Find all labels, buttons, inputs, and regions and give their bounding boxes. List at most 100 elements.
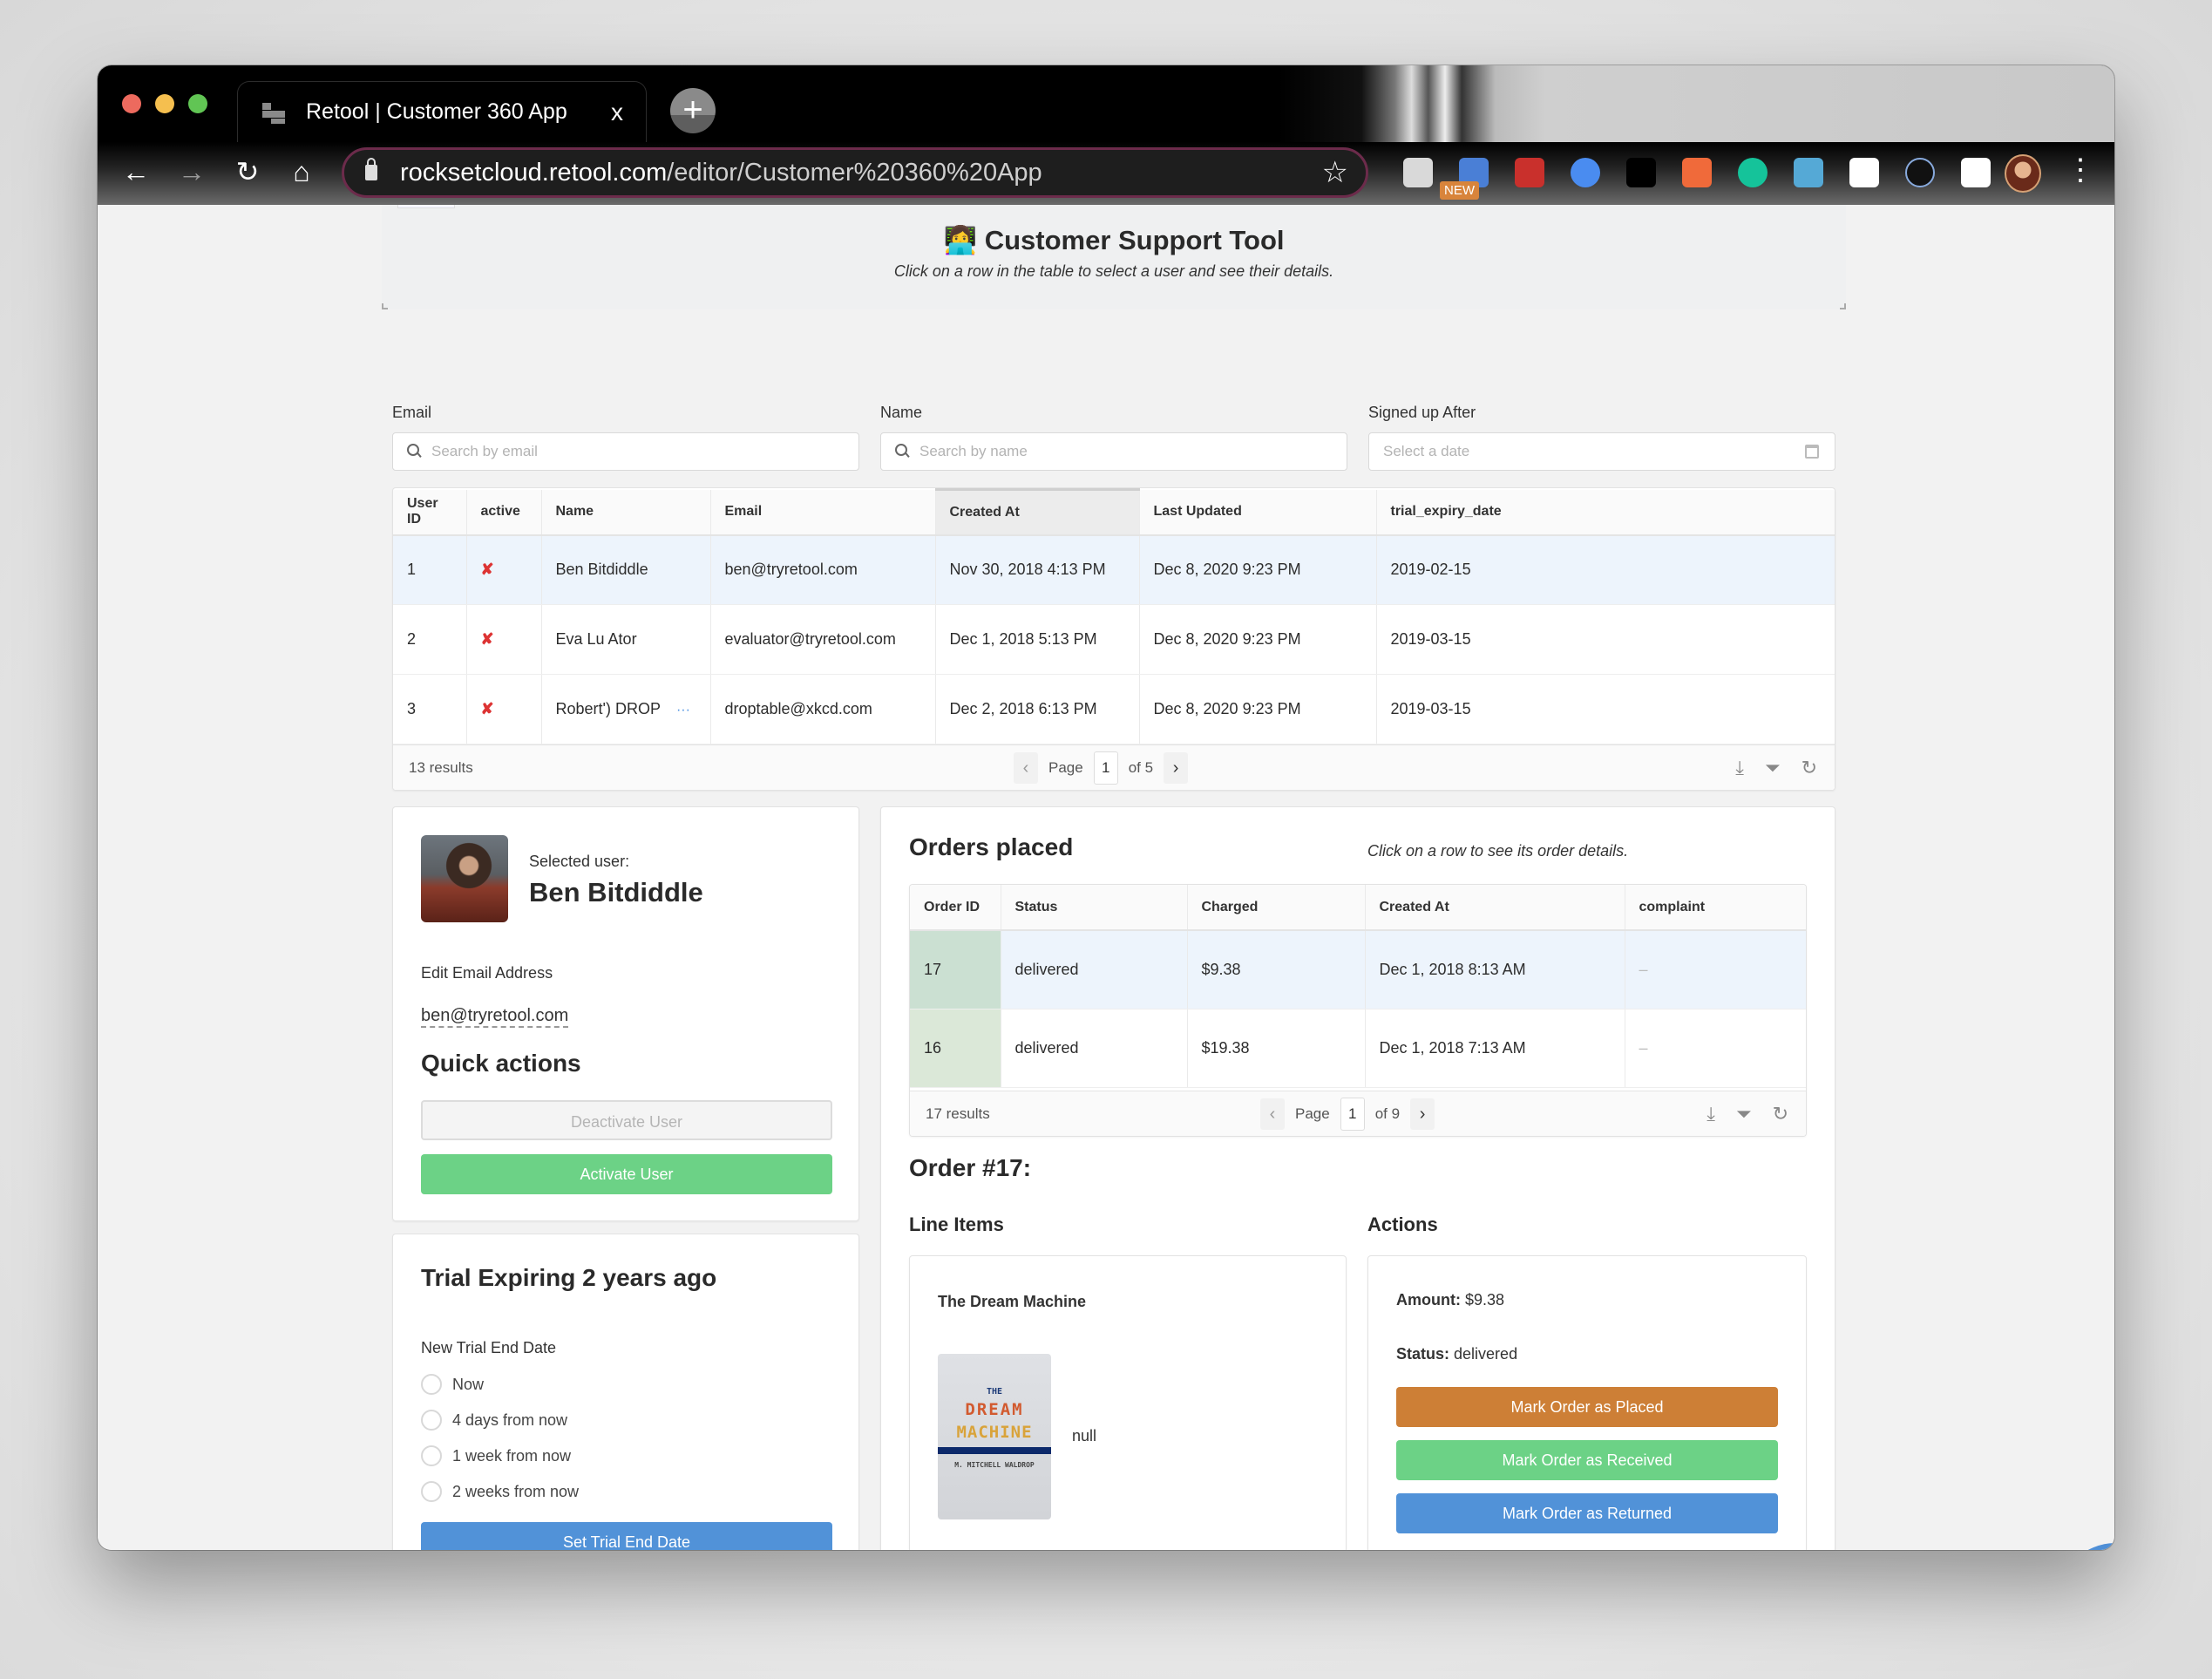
deactivate-user-button[interactable]: Deactivate User <box>421 1100 832 1140</box>
column-header-status[interactable]: Status <box>1001 885 1188 931</box>
filter-icon[interactable]: ⏷ <box>1765 757 1781 779</box>
radio-circle[interactable] <box>421 1481 442 1502</box>
resize-corner-icon[interactable] <box>1840 303 1846 309</box>
back-arrow-icon[interactable]: ← <box>119 154 153 189</box>
line-item-name: The Dream Machine <box>938 1293 1087 1310</box>
mark-order-placed-button[interactable]: Mark Order as Placed <box>1396 1387 1778 1427</box>
cell-charged: $9.38 <box>1187 930 1366 1009</box>
column-header-email[interactable]: Email <box>710 489 936 536</box>
browser-tab[interactable]: Retool | Customer 360 App x <box>237 81 647 142</box>
grammarly-extension-icon[interactable] <box>1738 158 1768 187</box>
radio-option-2-weeks[interactable]: 2 weeks from now <box>421 1481 579 1502</box>
forward-arrow-icon[interactable]: → <box>174 154 209 189</box>
browser-menu-icon[interactable]: ⋮ <box>2066 153 2095 187</box>
table-row[interactable]: 17 delivered $9.38 Dec 1, 2018 8:13 AM – <box>910 930 1806 1009</box>
page-label: Page <box>1048 758 1083 776</box>
column-header-complaint[interactable]: complaint <box>1625 885 1806 931</box>
activate-user-button[interactable]: Activate User <box>421 1154 832 1194</box>
orders-placed-heading: Orders placed <box>909 833 1074 860</box>
column-header-charged[interactable]: Charged <box>1187 885 1366 931</box>
close-window-button[interactable] <box>122 94 141 113</box>
email-search-input[interactable]: Search by email <box>392 432 859 471</box>
cell-user-id: 3 <box>393 674 467 744</box>
column-header-name[interactable]: Name <box>541 489 711 536</box>
cell-trial-expiry: 2019-03-15 <box>1376 604 1835 675</box>
home-icon[interactable]: ⌂ <box>284 154 319 189</box>
cloud-extension-icon[interactable] <box>1794 158 1823 187</box>
chat-support-button[interactable] <box>2059 1543 2114 1550</box>
radio-circle[interactable] <box>421 1374 442 1395</box>
table-row[interactable]: 2 ✘ Eva Lu Ator evaluator@tryretool.com … <box>393 604 1835 675</box>
email-editable-text[interactable]: ben@tryretool.com <box>421 1006 569 1028</box>
results-count: 13 results <box>409 758 473 776</box>
column-header-created-at[interactable]: Created At <box>1365 885 1625 931</box>
user-avatar <box>421 835 508 922</box>
prev-page-button[interactable]: ‹ <box>1260 1098 1285 1130</box>
reload-icon[interactable]: ↻ <box>230 154 265 189</box>
email-filter-label: Email <box>392 404 432 421</box>
address-bar[interactable]: rocksetcloud.retool.com/editor/Customer%… <box>342 147 1368 198</box>
scissors-extension-icon[interactable] <box>1403 158 1433 187</box>
maximize-window-button[interactable] <box>188 94 207 113</box>
page-label: Page <box>1295 1105 1330 1122</box>
page-number-input[interactable]: 1 <box>1340 1097 1365 1131</box>
profile-avatar-icon[interactable] <box>2005 154 2041 193</box>
column-header-created-at[interactable]: Created At <box>935 488 1140 536</box>
refresh-icon[interactable]: ↻ <box>1773 1103 1788 1125</box>
column-header-last-updated[interactable]: Last Updated <box>1139 489 1377 536</box>
puzzle-extensions-icon[interactable] <box>1961 158 1991 187</box>
users-table-footer: 13 results ‹ Page 1 of 5 › ⤓ ⏷ ↻ <box>393 744 1835 790</box>
search-icon <box>895 444 907 456</box>
next-page-button[interactable]: › <box>1164 751 1189 784</box>
cell-status: delivered <box>1001 1009 1188 1088</box>
signup-date-picker[interactable]: Select a date <box>1368 432 1835 471</box>
download-icon[interactable]: ⤓ <box>1706 1103 1715 1125</box>
radio-circle[interactable] <box>421 1445 442 1466</box>
column-header-order-id[interactable]: Order ID <box>910 885 1001 931</box>
amount-label: Amount: <box>1396 1291 1461 1309</box>
next-page-button[interactable]: › <box>1410 1098 1435 1130</box>
orders-card: Orders placed Click on a row to see its … <box>880 806 1835 1550</box>
mark-order-received-button[interactable]: Mark Order as Received <box>1396 1440 1778 1480</box>
tab-close-icon[interactable]: x <box>611 99 623 126</box>
expand-ellipsis-icon[interactable]: ··· <box>676 703 690 717</box>
table-row[interactable]: 1 ✘ Ben Bitdiddle ben@tryretool.com Nov … <box>393 534 1835 605</box>
refresh-icon[interactable]: ↻ <box>1801 757 1817 779</box>
column-header-active[interactable]: active <box>466 489 542 536</box>
prev-page-button[interactable]: ‹ <box>1014 751 1038 784</box>
cell-last-updated: Dec 8, 2020 9:23 PM <box>1139 674 1377 744</box>
loom-extension-icon[interactable] <box>1626 158 1656 187</box>
column-header-user-id[interactable]: User ID <box>393 489 467 536</box>
radio-circle[interactable] <box>421 1410 442 1431</box>
radio-option-1-week[interactable]: 1 week from now <box>421 1445 571 1466</box>
lastpass-extension-icon[interactable] <box>1515 158 1544 187</box>
color-grid-extension-icon[interactable] <box>1682 158 1712 187</box>
diamond-extension-icon[interactable] <box>1849 158 1879 187</box>
zoom-extension-icon[interactable] <box>1571 158 1600 187</box>
filter-icon[interactable]: ⏷ <box>1736 1103 1752 1125</box>
status-value: delivered <box>1454 1345 1518 1363</box>
new-tab-button[interactable]: + <box>670 88 716 133</box>
name-search-input[interactable]: Search by name <box>880 432 1347 471</box>
cell-name-text: Robert') DROP <box>555 700 661 717</box>
mark-order-returned-button[interactable]: Mark Order as Returned <box>1396 1493 1778 1533</box>
radio-option-now[interactable]: Now <box>421 1374 484 1395</box>
column-header-trial-expiry[interactable]: trial_expiry_date <box>1376 489 1835 536</box>
download-icon[interactable]: ⤓ <box>1735 757 1744 779</box>
selected-user-card: Selected user: Ben Bitdiddle Edit Email … <box>392 806 859 1221</box>
table-row[interactable]: 16 delivered $19.38 Dec 1, 2018 7:13 AM … <box>910 1009 1806 1088</box>
order-amount: Amount: $9.38 <box>1396 1291 1504 1309</box>
container-handle[interactable] <box>397 205 455 208</box>
browser-window: Retool | Customer 360 App x + ← → ↻ ⌂ ro… <box>98 65 2114 1550</box>
amount-value: $9.38 <box>1465 1291 1505 1309</box>
4s-extension-icon[interactable] <box>1905 158 1935 187</box>
cell-email: evaluator@tryretool.com <box>710 604 936 675</box>
set-trial-end-date-button[interactable]: Set Trial End Date <box>421 1522 832 1550</box>
table-row[interactable]: 3 ✘ Robert') DROP ··· droptable@xkcd.com … <box>393 674 1835 744</box>
bookmark-star-icon[interactable]: ☆ <box>1322 155 1348 190</box>
cell-last-updated: Dec 8, 2020 9:23 PM <box>1139 534 1377 605</box>
radio-option-4-days[interactable]: 4 days from now <box>421 1410 567 1431</box>
page-number-input[interactable]: 1 <box>1093 751 1118 785</box>
resize-corner-icon[interactable] <box>382 303 388 309</box>
minimize-window-button[interactable] <box>155 94 174 113</box>
